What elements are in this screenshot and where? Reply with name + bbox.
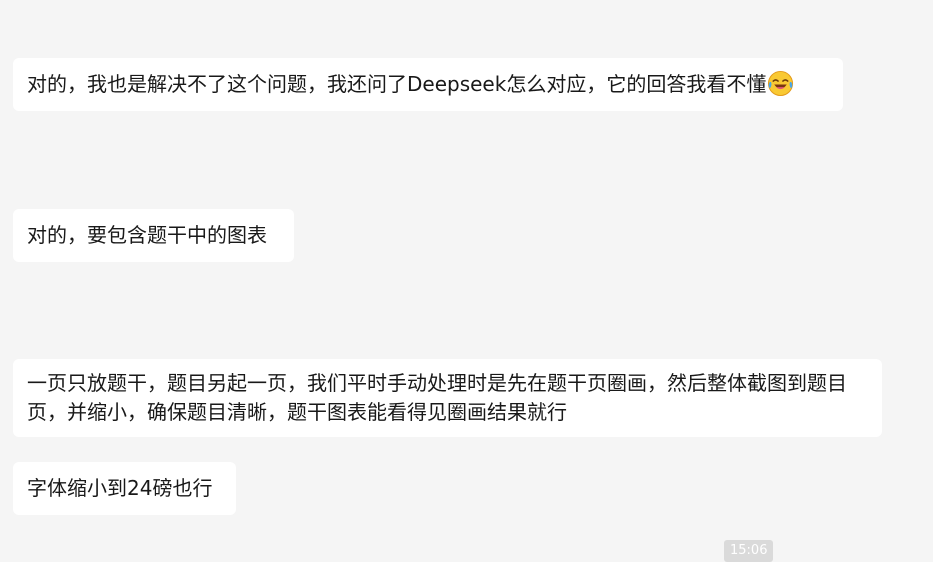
message-bubble[interactable]: 对的，我也是解决不了这个问题，我还问了Deepseek怎么对应，它的回答我看不懂 <box>13 58 843 111</box>
message-bubble[interactable]: 对的，要包含题干中的图表 <box>13 209 294 262</box>
message-text: 对的，要包含题干中的图表 <box>27 223 267 247</box>
message-bubble[interactable]: 一页只放题干，题目另起一页，我们平时手动处理时是先在题干页圈画，然后整体截图到题… <box>13 359 882 437</box>
message-text: 字体缩小到24磅也行 <box>27 476 213 500</box>
message-text: 对的，我也是解决不了这个问题，我还问了Deepseek怎么对应，它的回答我看不懂 <box>27 72 767 96</box>
message-text: 一页只放题干，题目另起一页，我们平时手动处理时是先在题干页圈画，然后整体截图到题… <box>27 371 847 424</box>
message-timestamp: 15:06 <box>724 540 774 562</box>
laughing-crying-face-icon <box>767 70 794 97</box>
message-bubble[interactable]: 字体缩小到24磅也行 <box>13 462 236 515</box>
chat-message-list: 对的，我也是解决不了这个问题，我还问了Deepseek怎么对应，它的回答我看不懂… <box>0 0 933 562</box>
